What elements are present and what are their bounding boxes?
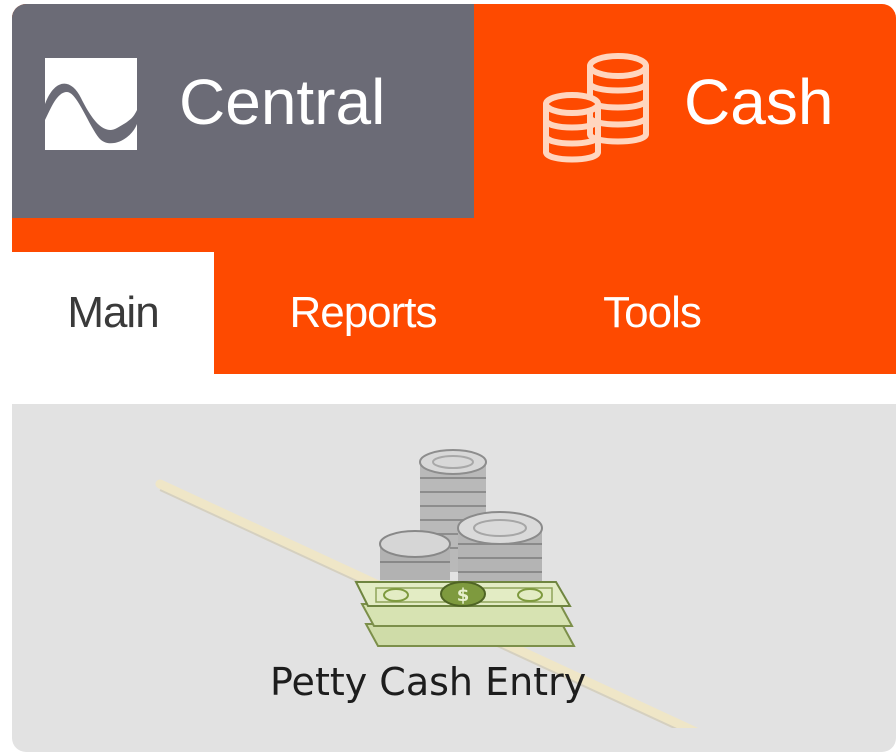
coin-stack-icon [540,48,656,164]
ribbon-separator [12,374,896,404]
app-window: Central Cash Main Reports Tools $ Petty … [12,4,896,752]
tab-tools[interactable]: Tools [572,252,732,374]
module-cash-label: Cash [684,66,834,138]
tab-main[interactable]: Main [12,252,214,374]
ribbon-panel: $ Petty Cash Entry [12,404,896,752]
tab-reports[interactable]: Reports [258,252,468,374]
module-cash-button[interactable]: Cash [474,4,896,218]
svg-text:$: $ [457,585,470,606]
module-central-label: Central [179,66,386,138]
central-wave-logo-icon [45,58,137,150]
tab-strip: Main Reports Tools [12,252,896,374]
petty-cash-entry-label: Petty Cash Entry [270,660,587,704]
module-central-button[interactable]: Central [12,4,474,218]
